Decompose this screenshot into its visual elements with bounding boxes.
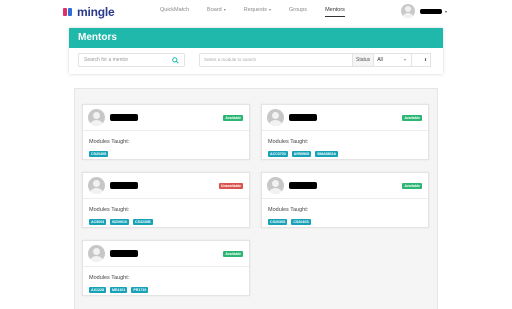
module-tag[interactable]: CS3230B (132, 219, 153, 225)
redacted-mentor-name (110, 250, 138, 257)
chevron-updown-icon: ⬍ (423, 57, 428, 62)
status-badge: Available (402, 183, 422, 189)
modules-taught-label: Modules Taught: (89, 275, 130, 281)
module-tags: ACC3703 AR5956S BMA5802A (268, 151, 342, 157)
mentor-card[interactable]: Available Modules Taught: CS2030S CS2040S (261, 172, 429, 228)
filter-bar: Search for a mentor Select a module to s… (69, 48, 443, 74)
app-logo[interactable]: mingle (63, 5, 115, 19)
mentor-list: Available Modules Taught: CS2040S Available… (74, 88, 438, 309)
avatar (88, 177, 105, 194)
status-select[interactable]: All ⬍ (374, 53, 432, 67)
nav-link-requests[interactable]: Requests ▾ (244, 7, 271, 17)
status-badge: Available (402, 115, 422, 121)
search-icon (172, 57, 179, 64)
module-placeholder: Select a module to search (204, 57, 257, 62)
modules-taught-label: Modules Taught: (89, 207, 130, 213)
avatar (88, 245, 105, 262)
module-tag[interactable]: CS2030S (268, 219, 288, 225)
user-menu[interactable]: ▾ (401, 4, 447, 18)
module-tag[interactable]: CS2040S (291, 219, 311, 225)
redacted-mentor-name (110, 182, 138, 189)
nav-link-label: Board (207, 7, 222, 13)
logo-text: mingle (77, 5, 115, 19)
modules-taught-label: Modules Taught: (268, 207, 309, 213)
redacted-mentor-name (289, 182, 317, 189)
status-label: Status (352, 53, 375, 67)
nav-link-label: Requests (243, 7, 267, 13)
status-badge: Unavailable (219, 183, 243, 189)
module-tags: CS2040S (89, 151, 112, 157)
nav-link-quickmatch[interactable]: QuickMatch (160, 7, 189, 17)
chevron-down-icon: ▾ (269, 7, 272, 12)
nav-link-groups[interactable]: Groups (289, 7, 307, 17)
module-tag[interactable]: BMA5802A (315, 151, 339, 157)
mentor-card-header: Available (83, 105, 249, 131)
avatar (267, 177, 284, 194)
module-tag[interactable]: ME4101 (110, 287, 128, 293)
redacted-username (420, 8, 442, 14)
module-tag[interactable]: ACC3703 (268, 151, 288, 157)
redacted-mentor-name (110, 114, 138, 121)
nav-links: QuickMatch Board ▾ Requests ▾ Groups Mentors (160, 7, 363, 17)
module-tags: AX1228 ME4101 PR1710 (89, 287, 152, 293)
top-nav: mingle QuickMatch Board ▾ Requests ▾ Groups Me… (0, 0, 512, 24)
avatar (401, 4, 415, 18)
module-tag[interactable]: AX1228 (89, 287, 106, 293)
status-badge: Available (223, 251, 243, 257)
redacted-mentor-name (289, 114, 317, 121)
logo-icon (63, 7, 74, 17)
nav-link-label: QuickMatch (160, 7, 190, 13)
mentor-card-header: Unavailable (83, 173, 249, 199)
search-placeholder: Search for a mentor (84, 57, 129, 63)
mentors-header-panel: Mentors Search for a mentor Select a mod… (69, 28, 443, 74)
mentor-card[interactable]: Available Modules Taught: CS2040S (82, 104, 250, 160)
chevron-down-icon: ▾ (445, 8, 448, 14)
avatar (88, 109, 105, 126)
module-tag[interactable]: BZ09010 (110, 219, 129, 225)
mentor-card[interactable]: Available Modules Taught: AX1228 ME4101 PR17… (82, 240, 250, 296)
nav-link-label: Groups (289, 7, 308, 13)
module-tags: AC5003 BZ09010 CS3230B (89, 219, 157, 225)
module-tag[interactable]: AR5956S (291, 151, 312, 157)
nav-link-mentors[interactable]: Mentors (325, 7, 345, 17)
nav-link-board[interactable]: Board ▾ (207, 7, 226, 17)
status-badge: Available (223, 115, 243, 121)
module-tags: CS2030S CS2040S (268, 219, 315, 225)
status-filter: Status All ⬍ (352, 53, 432, 67)
module-tag[interactable]: PR1710 (131, 287, 149, 293)
mentor-card[interactable]: Available Modules Taught: ACC3703 AR5956S BM… (261, 104, 429, 160)
mentor-card[interactable]: Unavailable Modules Taught: AC5003 BZ09010 C… (82, 172, 250, 228)
chevron-down-icon: ▾ (223, 7, 226, 12)
mentor-card-header: Available (262, 105, 428, 131)
modules-taught-label: Modules Taught: (89, 139, 130, 145)
nav-link-label: Mentors (325, 7, 345, 13)
mentor-card-header: Available (83, 241, 249, 267)
search-input[interactable]: Search for a mentor (78, 53, 185, 67)
page-title: Mentors (69, 28, 443, 48)
mentor-card-header: Available (262, 173, 428, 199)
module-tag[interactable]: CS2040S (89, 151, 109, 157)
modules-taught-label: Modules Taught: (268, 139, 309, 145)
module-tag[interactable]: AC5003 (89, 219, 107, 225)
status-value: All (377, 57, 383, 63)
avatar (267, 109, 284, 126)
